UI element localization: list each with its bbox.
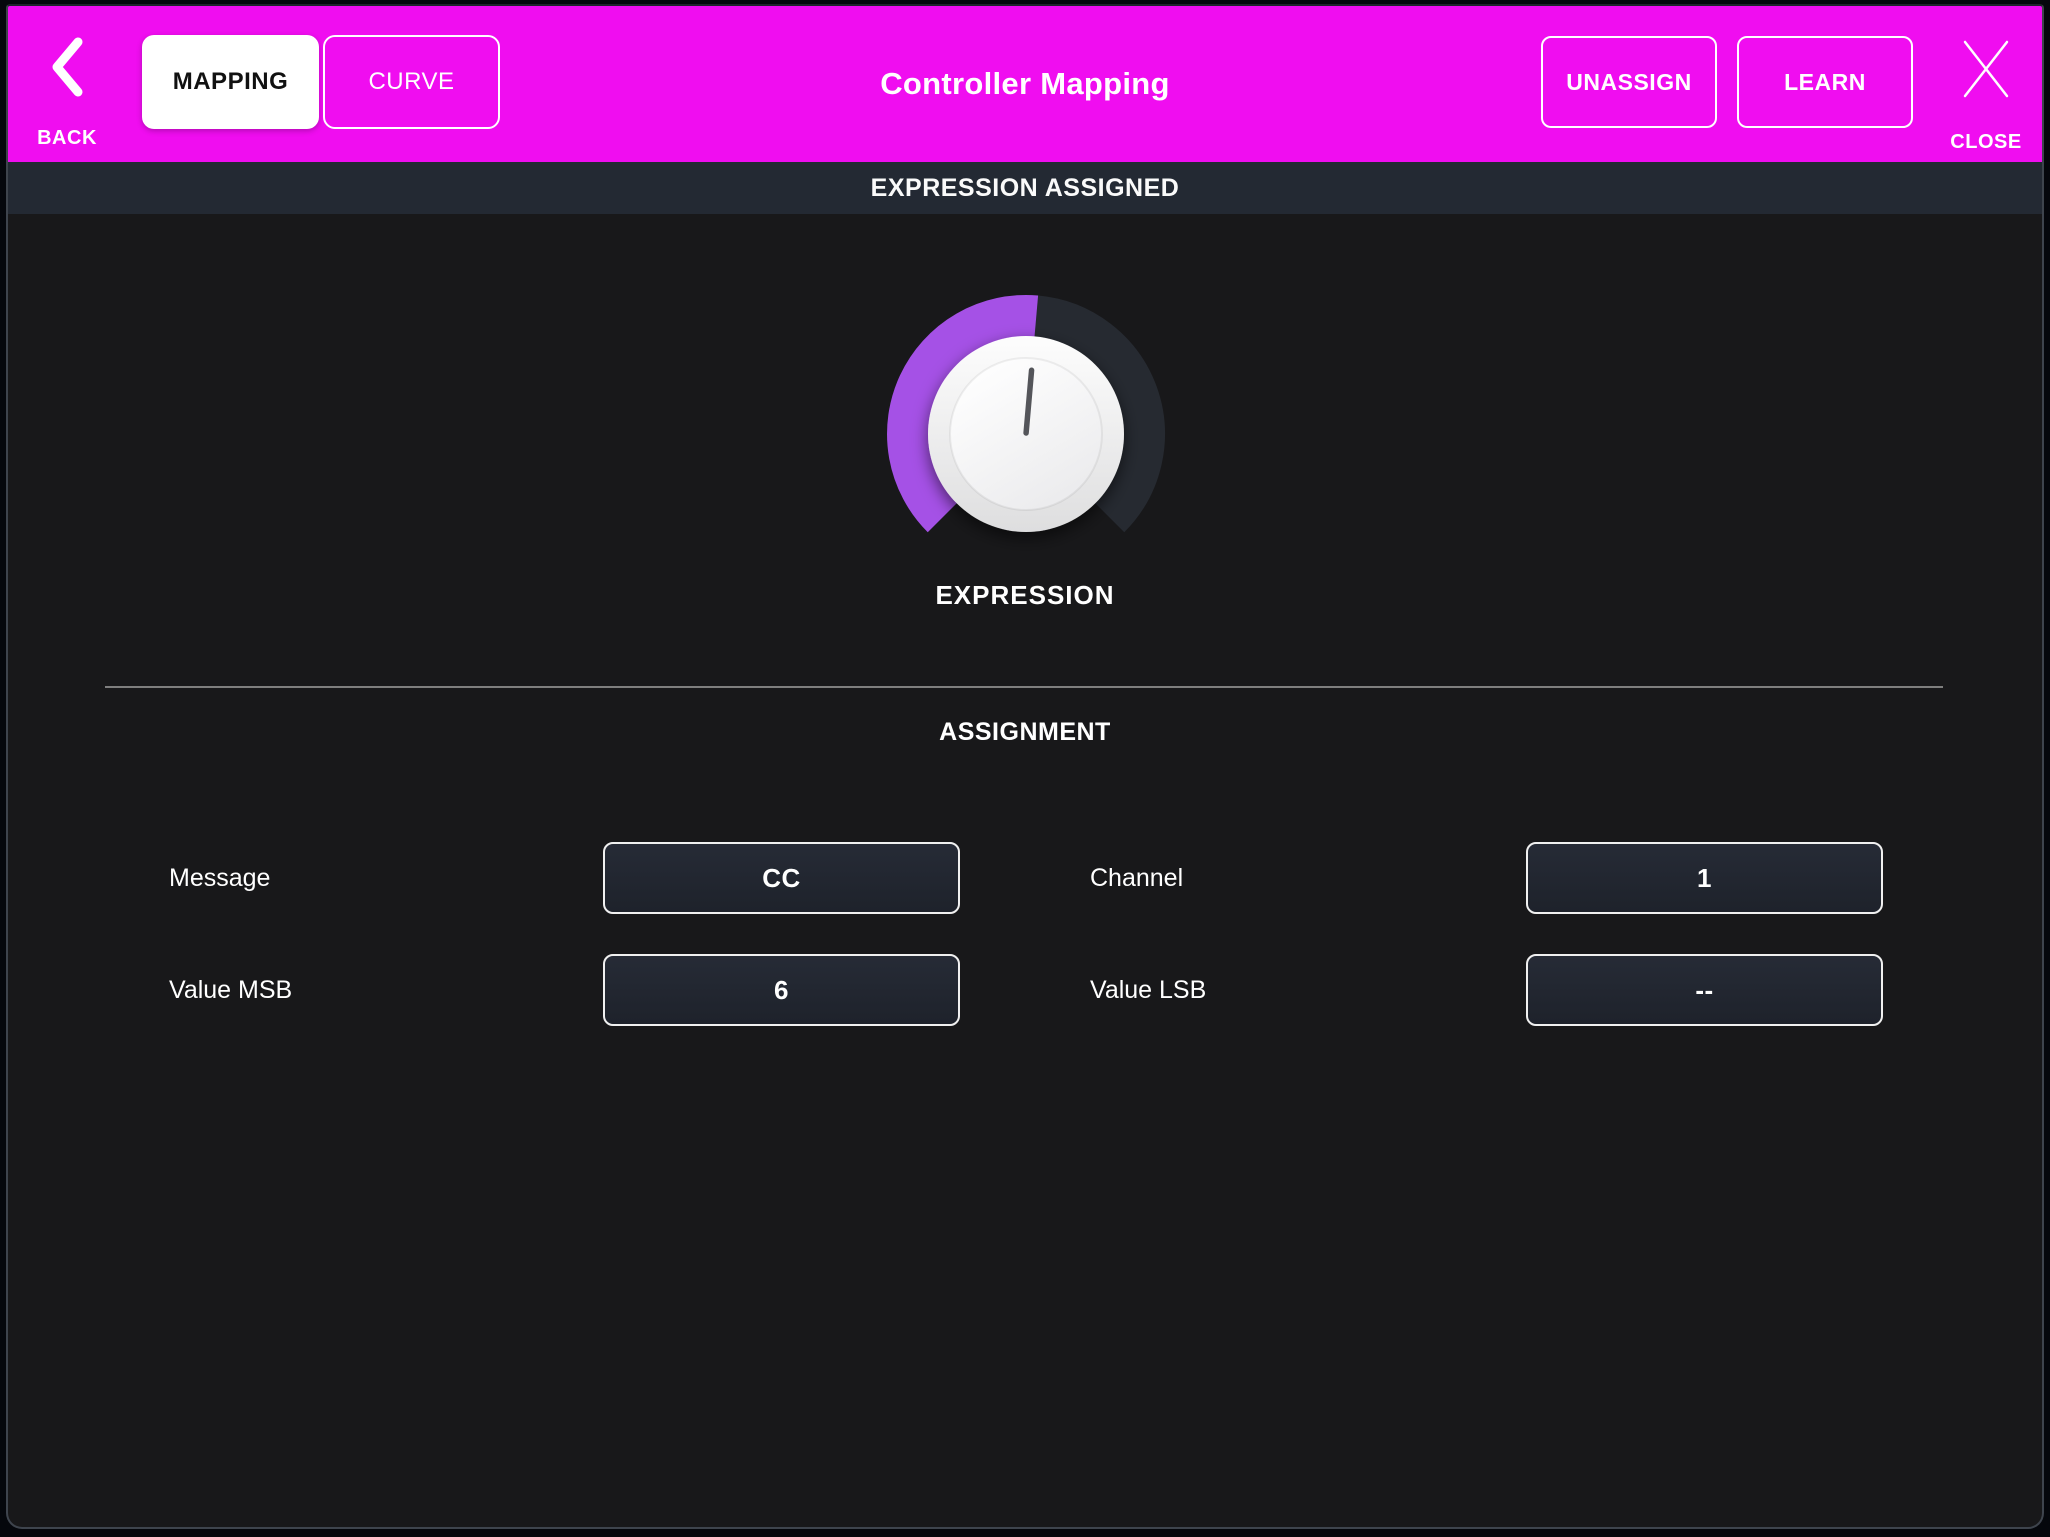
field-message-value[interactable]: CC bbox=[603, 842, 960, 914]
field-value-msb-label: Value MSB bbox=[169, 954, 292, 1026]
field-message-value-text: CC bbox=[762, 863, 801, 894]
back-button[interactable]: BACK bbox=[28, 32, 106, 150]
learn-button[interactable]: LEARN bbox=[1737, 36, 1913, 128]
assignment-section-title: ASSIGNMENT bbox=[8, 718, 2042, 747]
unassign-button[interactable]: UNASSIGN bbox=[1541, 36, 1717, 128]
expression-knob[interactable] bbox=[876, 284, 1176, 584]
knob-graphic bbox=[876, 284, 1176, 584]
controller-mapping-window: BACK MAPPING CURVE Controller Mapping UN… bbox=[6, 4, 2044, 1529]
field-value-msb-value[interactable]: 6 bbox=[603, 954, 960, 1026]
field-value-lsb: Value LSB -- bbox=[1090, 954, 1890, 1026]
close-button[interactable]: CLOSE bbox=[1948, 38, 2024, 154]
field-value-lsb-value[interactable]: -- bbox=[1526, 954, 1883, 1026]
field-message: Message CC bbox=[169, 842, 969, 914]
tab-group: MAPPING CURVE bbox=[142, 35, 500, 129]
field-channel-value[interactable]: 1 bbox=[1526, 842, 1883, 914]
field-value-msb-value-text: 6 bbox=[774, 975, 789, 1006]
chevron-left-icon bbox=[50, 36, 84, 98]
tab-mapping[interactable]: MAPPING bbox=[142, 35, 319, 129]
knob-label: EXPRESSION bbox=[8, 580, 2042, 611]
field-channel-label: Channel bbox=[1090, 842, 1183, 914]
field-channel-value-text: 1 bbox=[1697, 863, 1712, 894]
tab-curve[interactable]: CURVE bbox=[323, 35, 500, 129]
field-value-lsb-label: Value LSB bbox=[1090, 954, 1206, 1026]
close-x-icon bbox=[1962, 38, 2010, 100]
field-channel: Channel 1 bbox=[1090, 842, 1890, 914]
status-banner: EXPRESSION ASSIGNED bbox=[8, 162, 2042, 214]
field-value-lsb-value-text: -- bbox=[1695, 975, 1713, 1006]
back-button-label: BACK bbox=[37, 127, 97, 150]
header-bar: BACK MAPPING CURVE Controller Mapping UN… bbox=[8, 6, 2042, 162]
close-button-label: CLOSE bbox=[1950, 131, 2021, 154]
section-divider bbox=[105, 686, 1943, 688]
field-message-label: Message bbox=[169, 842, 270, 914]
field-value-msb: Value MSB 6 bbox=[169, 954, 969, 1026]
